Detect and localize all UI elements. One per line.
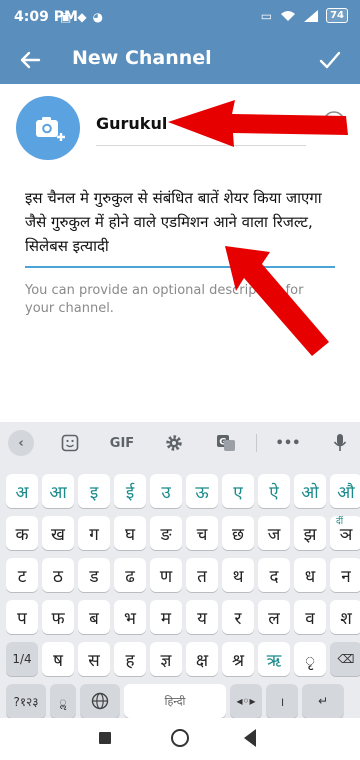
key-4-2[interactable]: ब: [78, 600, 110, 634]
check-icon[interactable]: [314, 44, 346, 76]
key-5-9[interactable]: ⌫: [330, 642, 360, 676]
enter-key[interactable]: ↵: [302, 684, 344, 718]
key-2-0[interactable]: क: [6, 516, 38, 550]
key-2-4[interactable]: ङ: [150, 516, 182, 550]
channel-name-input[interactable]: Gurukul: [96, 106, 306, 146]
key-3-4[interactable]: ण: [150, 558, 182, 592]
key-4-0[interactable]: प: [6, 600, 38, 634]
key-2-7[interactable]: ज: [258, 516, 290, 550]
key-5-4[interactable]: ज्ञ: [150, 642, 182, 676]
key-3-1[interactable]: ठ: [42, 558, 74, 592]
back-triangle-icon[interactable]: [244, 729, 256, 747]
sim-icon: ▭: [260, 8, 273, 23]
status-right-icons: ▭ 74: [261, 8, 348, 23]
key-2-2[interactable]: ग: [78, 516, 110, 550]
key-5-0[interactable]: 1/4: [6, 642, 38, 676]
globe-key[interactable]: [80, 684, 120, 718]
key-1-8[interactable]: ओ: [294, 474, 326, 508]
danda-key[interactable]: ।: [266, 684, 298, 718]
gif-button[interactable]: GIF: [106, 430, 138, 456]
key-2-5[interactable]: च: [186, 516, 218, 550]
key-4-9[interactable]: श: [330, 600, 360, 634]
wifi-icon: [281, 10, 296, 21]
key-4-8[interactable]: व: [294, 600, 326, 634]
key-4-3[interactable]: भ: [114, 600, 146, 634]
key-1-9[interactable]: औ: [330, 474, 360, 508]
gear-icon[interactable]: [158, 430, 190, 456]
key-1-3[interactable]: ई: [114, 474, 146, 508]
key-3-5[interactable]: त: [186, 558, 218, 592]
key-5-7[interactable]: ऋ: [258, 642, 290, 676]
key-1-4[interactable]: उ: [150, 474, 182, 508]
key-2-1[interactable]: ख: [42, 516, 74, 550]
key-1-7[interactable]: ऐ: [258, 474, 290, 508]
app-bar: New Channel: [0, 36, 360, 84]
camera-add-icon: [36, 117, 65, 141]
space-key[interactable]: हिन्दी: [124, 684, 226, 718]
status-bar: 4:09 PM ▣ ◆ ◕ ▭ 74: [0, 0, 360, 36]
system-nav-bar: [0, 718, 360, 760]
arrow-left-icon[interactable]: [14, 44, 46, 76]
home-icon[interactable]: [171, 729, 189, 747]
key-3-2[interactable]: ड: [78, 558, 110, 592]
description-hint: You can provide an optional description …: [25, 283, 304, 316]
key-4-7[interactable]: ल: [258, 600, 290, 634]
key-3-6[interactable]: थ: [222, 558, 254, 592]
key-4-4[interactable]: म: [150, 600, 182, 634]
app-icon: ◕: [92, 10, 104, 24]
sticker-icon[interactable]: [54, 430, 86, 456]
keyboard-toolbar: ‹ GIF G •••: [0, 422, 360, 464]
key-5-1[interactable]: ष: [42, 642, 74, 676]
location-icon: ◆: [77, 10, 87, 24]
key-1-0[interactable]: अ: [6, 474, 38, 508]
key-5-3[interactable]: ह: [114, 642, 146, 676]
key-5-2[interactable]: स: [78, 642, 110, 676]
key-4-5[interactable]: य: [186, 600, 218, 634]
battery-indicator: 74: [326, 8, 348, 23]
key-hint-label: दीं: [336, 517, 344, 527]
toolbar-divider: [256, 434, 257, 452]
mic-icon[interactable]: [324, 430, 356, 456]
key-3-8[interactable]: ध: [294, 558, 326, 592]
key-5-5[interactable]: क्ष: [186, 642, 218, 676]
more-options-button[interactable]: •••: [272, 430, 304, 456]
chevron-left-icon: ‹: [18, 435, 24, 451]
photo-icon: ▣: [60, 10, 72, 24]
key-2-9[interactable]: ञ: [330, 516, 360, 550]
key-5-8[interactable]: ृ: [294, 642, 326, 676]
page-title: New Channel: [72, 47, 212, 69]
signal-icon: [304, 9, 319, 22]
key-2-8[interactable]: झ: [294, 516, 326, 550]
keyboard-collapse-button[interactable]: ‹: [8, 430, 34, 456]
channel-description-value: इस चैनल मे गुरुकुल से संबंधित बातें शेयर…: [25, 189, 327, 255]
key-4-1[interactable]: फ: [42, 600, 74, 634]
key-3-7[interactable]: द: [258, 558, 290, 592]
soft-keyboard: ‹ GIF G ••• अआइईउऊएऐओऔकखगघङचछजझञटठडढणतथद…: [0, 422, 360, 718]
translate-icon[interactable]: G: [210, 430, 242, 456]
key-5-6[interactable]: श्र: [222, 642, 254, 676]
cursor-key[interactable]: ◂◦▸: [230, 684, 262, 718]
symbol-key[interactable]: ॢ: [50, 684, 76, 718]
globe-icon: [91, 692, 109, 710]
key-4-6[interactable]: र: [222, 600, 254, 634]
status-left-icons: ▣ ◆ ◕: [60, 10, 103, 24]
key-1-6[interactable]: ए: [222, 474, 254, 508]
key-2-6[interactable]: छ: [222, 516, 254, 550]
recents-icon[interactable]: [99, 732, 111, 744]
key-2-3[interactable]: घ: [114, 516, 146, 550]
key-1-1[interactable]: आ: [42, 474, 74, 508]
key-1-2[interactable]: इ: [78, 474, 110, 508]
key-3-9[interactable]: न: [330, 558, 360, 592]
key-3-0[interactable]: ट: [6, 558, 38, 592]
emoji-icon[interactable]: [322, 110, 346, 134]
key-1-5[interactable]: ऊ: [186, 474, 218, 508]
channel-description-input[interactable]: इस चैनल मे गुरुकुल से संबंधित बातें शेयर…: [25, 186, 335, 268]
key-3-3[interactable]: ढ: [114, 558, 146, 592]
channel-photo-button[interactable]: [16, 96, 80, 160]
channel-name-value: Gurukul: [96, 114, 168, 133]
numbers-key[interactable]: ?१२३: [6, 684, 46, 718]
